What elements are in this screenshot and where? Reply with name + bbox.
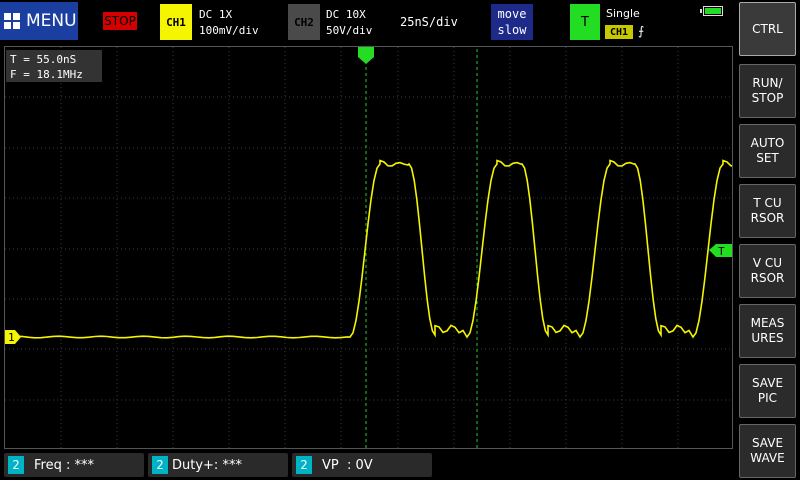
measures-button[interactable]: MEAS URES [739, 304, 796, 358]
trigger-mode: Single [606, 7, 640, 20]
graticule [5, 47, 732, 448]
ch1-info: DC 1X 100mV/div [199, 7, 259, 39]
ch2-info: DC 10X 50V/div [326, 7, 372, 39]
ch1-badge[interactable]: CH1 [160, 4, 192, 40]
menu-label: MENU [26, 11, 77, 31]
ctrl-button[interactable]: CTRL [739, 2, 796, 56]
move-speed: slow [497, 23, 527, 37]
ch1-marker-label: 1 [8, 331, 15, 344]
run-state-badge: STOP [103, 12, 137, 30]
trigger-level-label: T [718, 245, 725, 258]
ch1-coupling: DC 1X [199, 8, 233, 21]
ch1-scale: 100mV/div [199, 24, 259, 37]
measurement-freq[interactable]: 2 Freq : *** [4, 453, 144, 477]
trigger-channel: CH1 [605, 25, 633, 39]
period-readout: T = 55.0nS [10, 53, 77, 66]
ch2-scale: 50V/div [326, 24, 373, 37]
ch2-badge[interactable]: CH2 [288, 4, 320, 40]
t-cursor-button[interactable]: T CU RSOR [739, 184, 796, 238]
cursor-readout: T = 55.0nS F = 18.1MHz [6, 50, 102, 82]
measurement-channel-badge: 2 [296, 456, 312, 474]
save-wave-button[interactable]: SAVE WAVE [739, 424, 796, 478]
move-label: move [497, 7, 527, 21]
v-cursor-button[interactable]: V CU RSOR [739, 244, 796, 298]
frequency-readout: F = 18.1MHz [10, 68, 83, 81]
trigger-position-marker[interactable] [358, 47, 374, 64]
trigger-badge[interactable]: T [570, 4, 600, 40]
measurement-vp[interactable]: 2 VP : 0V [292, 453, 432, 477]
battery-icon [700, 6, 723, 16]
measurement-text: Freq : *** [34, 457, 94, 473]
measurement-duty[interactable]: 2 Duty+: *** [148, 453, 288, 477]
measurement-text: VP : 0V [322, 457, 373, 473]
waveform-display[interactable]: 1 T [4, 46, 733, 449]
auto-set-button[interactable]: AUTO SET [739, 124, 796, 178]
waveform-canvas: 1 T [5, 47, 732, 448]
menu-grid-icon [4, 13, 20, 29]
measurement-channel-badge: 2 [152, 456, 168, 474]
measurement-channel-badge: 2 [8, 456, 24, 474]
save-pic-button[interactable]: SAVE PIC [739, 364, 796, 418]
move-speed-button[interactable]: move slow [491, 4, 533, 40]
run-stop-button[interactable]: RUN/ STOP [739, 64, 796, 118]
timebase[interactable]: 25nS/div [400, 15, 458, 29]
rising-edge-icon: ⨍ [638, 24, 645, 38]
ch2-coupling: DC 10X [326, 8, 366, 21]
measurement-text: Duty+: *** [172, 457, 242, 473]
menu-button[interactable]: MENU [0, 2, 78, 40]
top-status-bar: MENU STOP CH1 DC 1X 100mV/div CH2 DC 10X… [0, 0, 735, 44]
